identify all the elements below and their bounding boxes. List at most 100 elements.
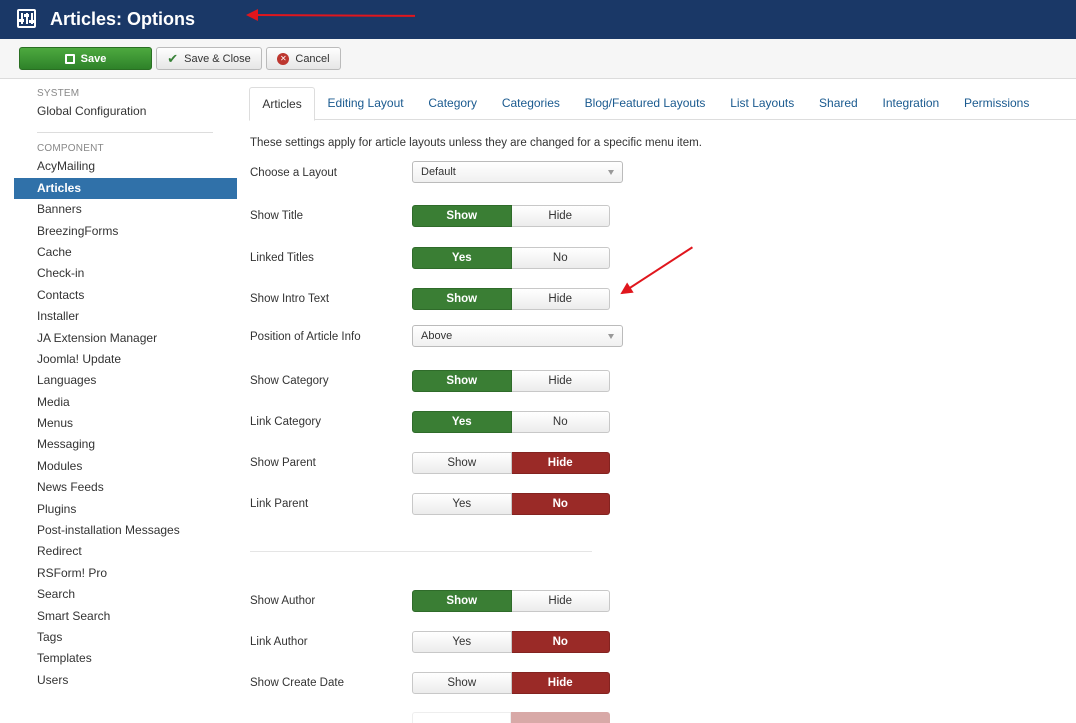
toggle-show-category: Show Hide — [412, 370, 610, 392]
toggle-option-yes[interactable]: Yes — [412, 411, 512, 433]
toggle-option-hide[interactable]: Hide — [511, 205, 610, 227]
sidebar-item-banners[interactable]: Banners — [14, 199, 237, 220]
toggle-option-yes[interactable]: Yes — [412, 631, 512, 653]
sidebar-item-installer[interactable]: Installer — [14, 306, 237, 327]
form-divider — [250, 551, 592, 552]
sidebar-item-check-in[interactable]: Check-in — [14, 263, 237, 284]
save-button[interactable]: Save — [19, 47, 152, 70]
options-tabs: Articles Editing Layout Category Categories… — [249, 87, 1076, 121]
field-label-linked-titles: Linked Titles — [250, 252, 314, 264]
page-header: Articles: Options — [0, 0, 1076, 39]
sidebar-item-global-configuration[interactable]: Global Configuration — [14, 101, 237, 122]
field-label-show-parent: Show Parent — [250, 457, 316, 469]
sidebar-item-menus[interactable]: Menus — [14, 413, 237, 434]
sidebar-item-users[interactable]: Users — [14, 670, 237, 691]
toggle-option-no[interactable]: No — [511, 631, 610, 653]
toggle-option-show[interactable]: Show — [412, 288, 512, 310]
sidebar-item-templates[interactable]: Templates — [14, 648, 237, 669]
toggle-option-no[interactable]: No — [511, 247, 610, 269]
toolbar: Save ✔ Save & Close ✕ Cancel — [0, 39, 1076, 79]
tab-list-layouts[interactable]: List Layouts — [718, 87, 807, 120]
sidebar-item-cache[interactable]: Cache — [14, 242, 237, 263]
select-value: Default — [421, 166, 456, 178]
sidebar-item-modules[interactable]: Modules — [14, 456, 237, 477]
sidebar-item-plugins[interactable]: Plugins — [14, 499, 237, 520]
tab-permissions[interactable]: Permissions — [952, 87, 1042, 120]
field-label-choose-a-layout: Choose a Layout — [250, 167, 337, 179]
toggle-show-title: Show Hide — [412, 205, 610, 227]
toggle-show-create-date: Show Hide — [412, 672, 610, 694]
toggle-option-show[interactable]: Show — [412, 672, 512, 694]
sidebar-item-smart-search[interactable]: Smart Search — [14, 606, 237, 627]
cancel-button[interactable]: ✕ Cancel — [266, 47, 341, 70]
toggle-show-parent: Show Hide — [412, 452, 610, 474]
sidebar-system-list: Global Configuration — [14, 101, 237, 122]
field-label-link-category: Link Category — [250, 416, 321, 428]
toggle-option-hide[interactable]: Hide — [511, 288, 610, 310]
toggle-linked-titles: Yes No — [412, 247, 610, 269]
tab-shared[interactable]: Shared — [807, 87, 870, 120]
sidebar-item-messaging[interactable]: Messaging — [14, 434, 237, 455]
toggle-option-yes[interactable]: Yes — [412, 247, 512, 269]
toggle-option-no[interactable]: No — [511, 411, 610, 433]
toggle-option-show[interactable]: Show — [412, 370, 512, 392]
check-icon: ✔ — [167, 50, 179, 66]
toggle-option-hide[interactable]: Hide — [511, 590, 610, 612]
sidebar: SYSTEM Global Configuration COMPONENT Ac… — [14, 88, 237, 691]
sidebar-item-contacts[interactable]: Contacts — [14, 285, 237, 306]
toggle-option-hide[interactable]: Hide — [511, 370, 610, 392]
toggle-option-hide[interactable]: Hide — [511, 672, 610, 694]
options-sliders-icon — [17, 9, 36, 28]
field-label-show-intro-text: Show Intro Text — [250, 293, 330, 305]
cancel-circle-icon: ✕ — [277, 52, 290, 65]
field-label-show-title: Show Title — [250, 210, 304, 222]
sidebar-divider — [37, 132, 213, 134]
sidebar-item-joomla-update[interactable]: Joomla! Update — [14, 349, 237, 370]
tab-blog-featured-layouts[interactable]: Blog/Featured Layouts — [572, 87, 718, 120]
toggle-link-category: Yes No — [412, 411, 610, 433]
field-label-show-author: Show Author — [250, 595, 316, 607]
select-value: Above — [421, 330, 453, 342]
toggle-option-show[interactable]: Show — [412, 205, 512, 227]
sidebar-item-post-installation-messages[interactable]: Post-installation Messages — [14, 520, 237, 541]
sidebar-item-ja-extension-manager[interactable]: JA Extension Manager — [14, 328, 237, 349]
sidebar-item-breezingforms[interactable]: BreezingForms — [14, 221, 237, 242]
sidebar-item-articles[interactable]: Articles — [14, 177, 237, 200]
toggle-option-yes[interactable]: Yes — [412, 493, 512, 515]
sidebar-item-acymailing[interactable]: AcyMailing — [14, 156, 237, 177]
save-close-button[interactable]: ✔ Save & Close — [156, 47, 262, 70]
tab-editing-layout[interactable]: Editing Layout — [315, 87, 416, 120]
sidebar-item-tags[interactable]: Tags — [14, 627, 237, 648]
toggle-option-no[interactable]: No — [511, 493, 610, 515]
tab-articles[interactable]: Articles — [249, 87, 316, 121]
sidebar-item-search[interactable]: Search — [14, 584, 237, 605]
cutoff-row-toggle[interactable] — [412, 712, 610, 723]
sidebar-item-rsform-pro[interactable]: RSForm! Pro — [14, 563, 237, 584]
toggle-option-show[interactable]: Show — [412, 452, 512, 474]
sidebar-item-redirect[interactable]: Redirect — [14, 541, 237, 562]
page-title: Articles: Options — [50, 9, 196, 29]
select-choose-a-layout[interactable]: Default — [412, 161, 623, 183]
select-position-of-article-info[interactable]: Above — [412, 325, 623, 347]
sidebar-component-list: AcyMailing Articles Banners BreezingForms Ca… — [14, 156, 237, 691]
tab-category[interactable]: Category — [416, 87, 489, 120]
field-label-show-category: Show Category — [250, 375, 329, 387]
sidebar-heading-system: SYSTEM — [37, 88, 80, 99]
toggle-show-intro-text: Show Hide — [412, 288, 610, 310]
sidebar-item-languages[interactable]: Languages — [14, 370, 237, 391]
toggle-link-author: Yes No — [412, 631, 610, 653]
toggle-option-hide[interactable]: Hide — [511, 452, 610, 474]
field-label-link-author: Link Author — [250, 636, 308, 648]
sidebar-item-news-feeds[interactable]: News Feeds — [14, 477, 237, 498]
toggle-show-author: Show Hide — [412, 590, 610, 612]
field-label-link-parent: Link Parent — [250, 498, 309, 510]
toggle-option-show[interactable]: Show — [412, 590, 512, 612]
caret-down-icon — [608, 334, 614, 339]
annotation-arrow-intro-text — [621, 246, 693, 294]
sidebar-heading-component: COMPONENT — [37, 143, 104, 155]
caret-down-icon — [608, 170, 614, 175]
tab-categories[interactable]: Categories — [489, 87, 572, 120]
toggle-link-parent: Yes No — [412, 493, 610, 515]
sidebar-item-media[interactable]: Media — [14, 392, 237, 413]
tab-integration[interactable]: Integration — [870, 87, 952, 120]
